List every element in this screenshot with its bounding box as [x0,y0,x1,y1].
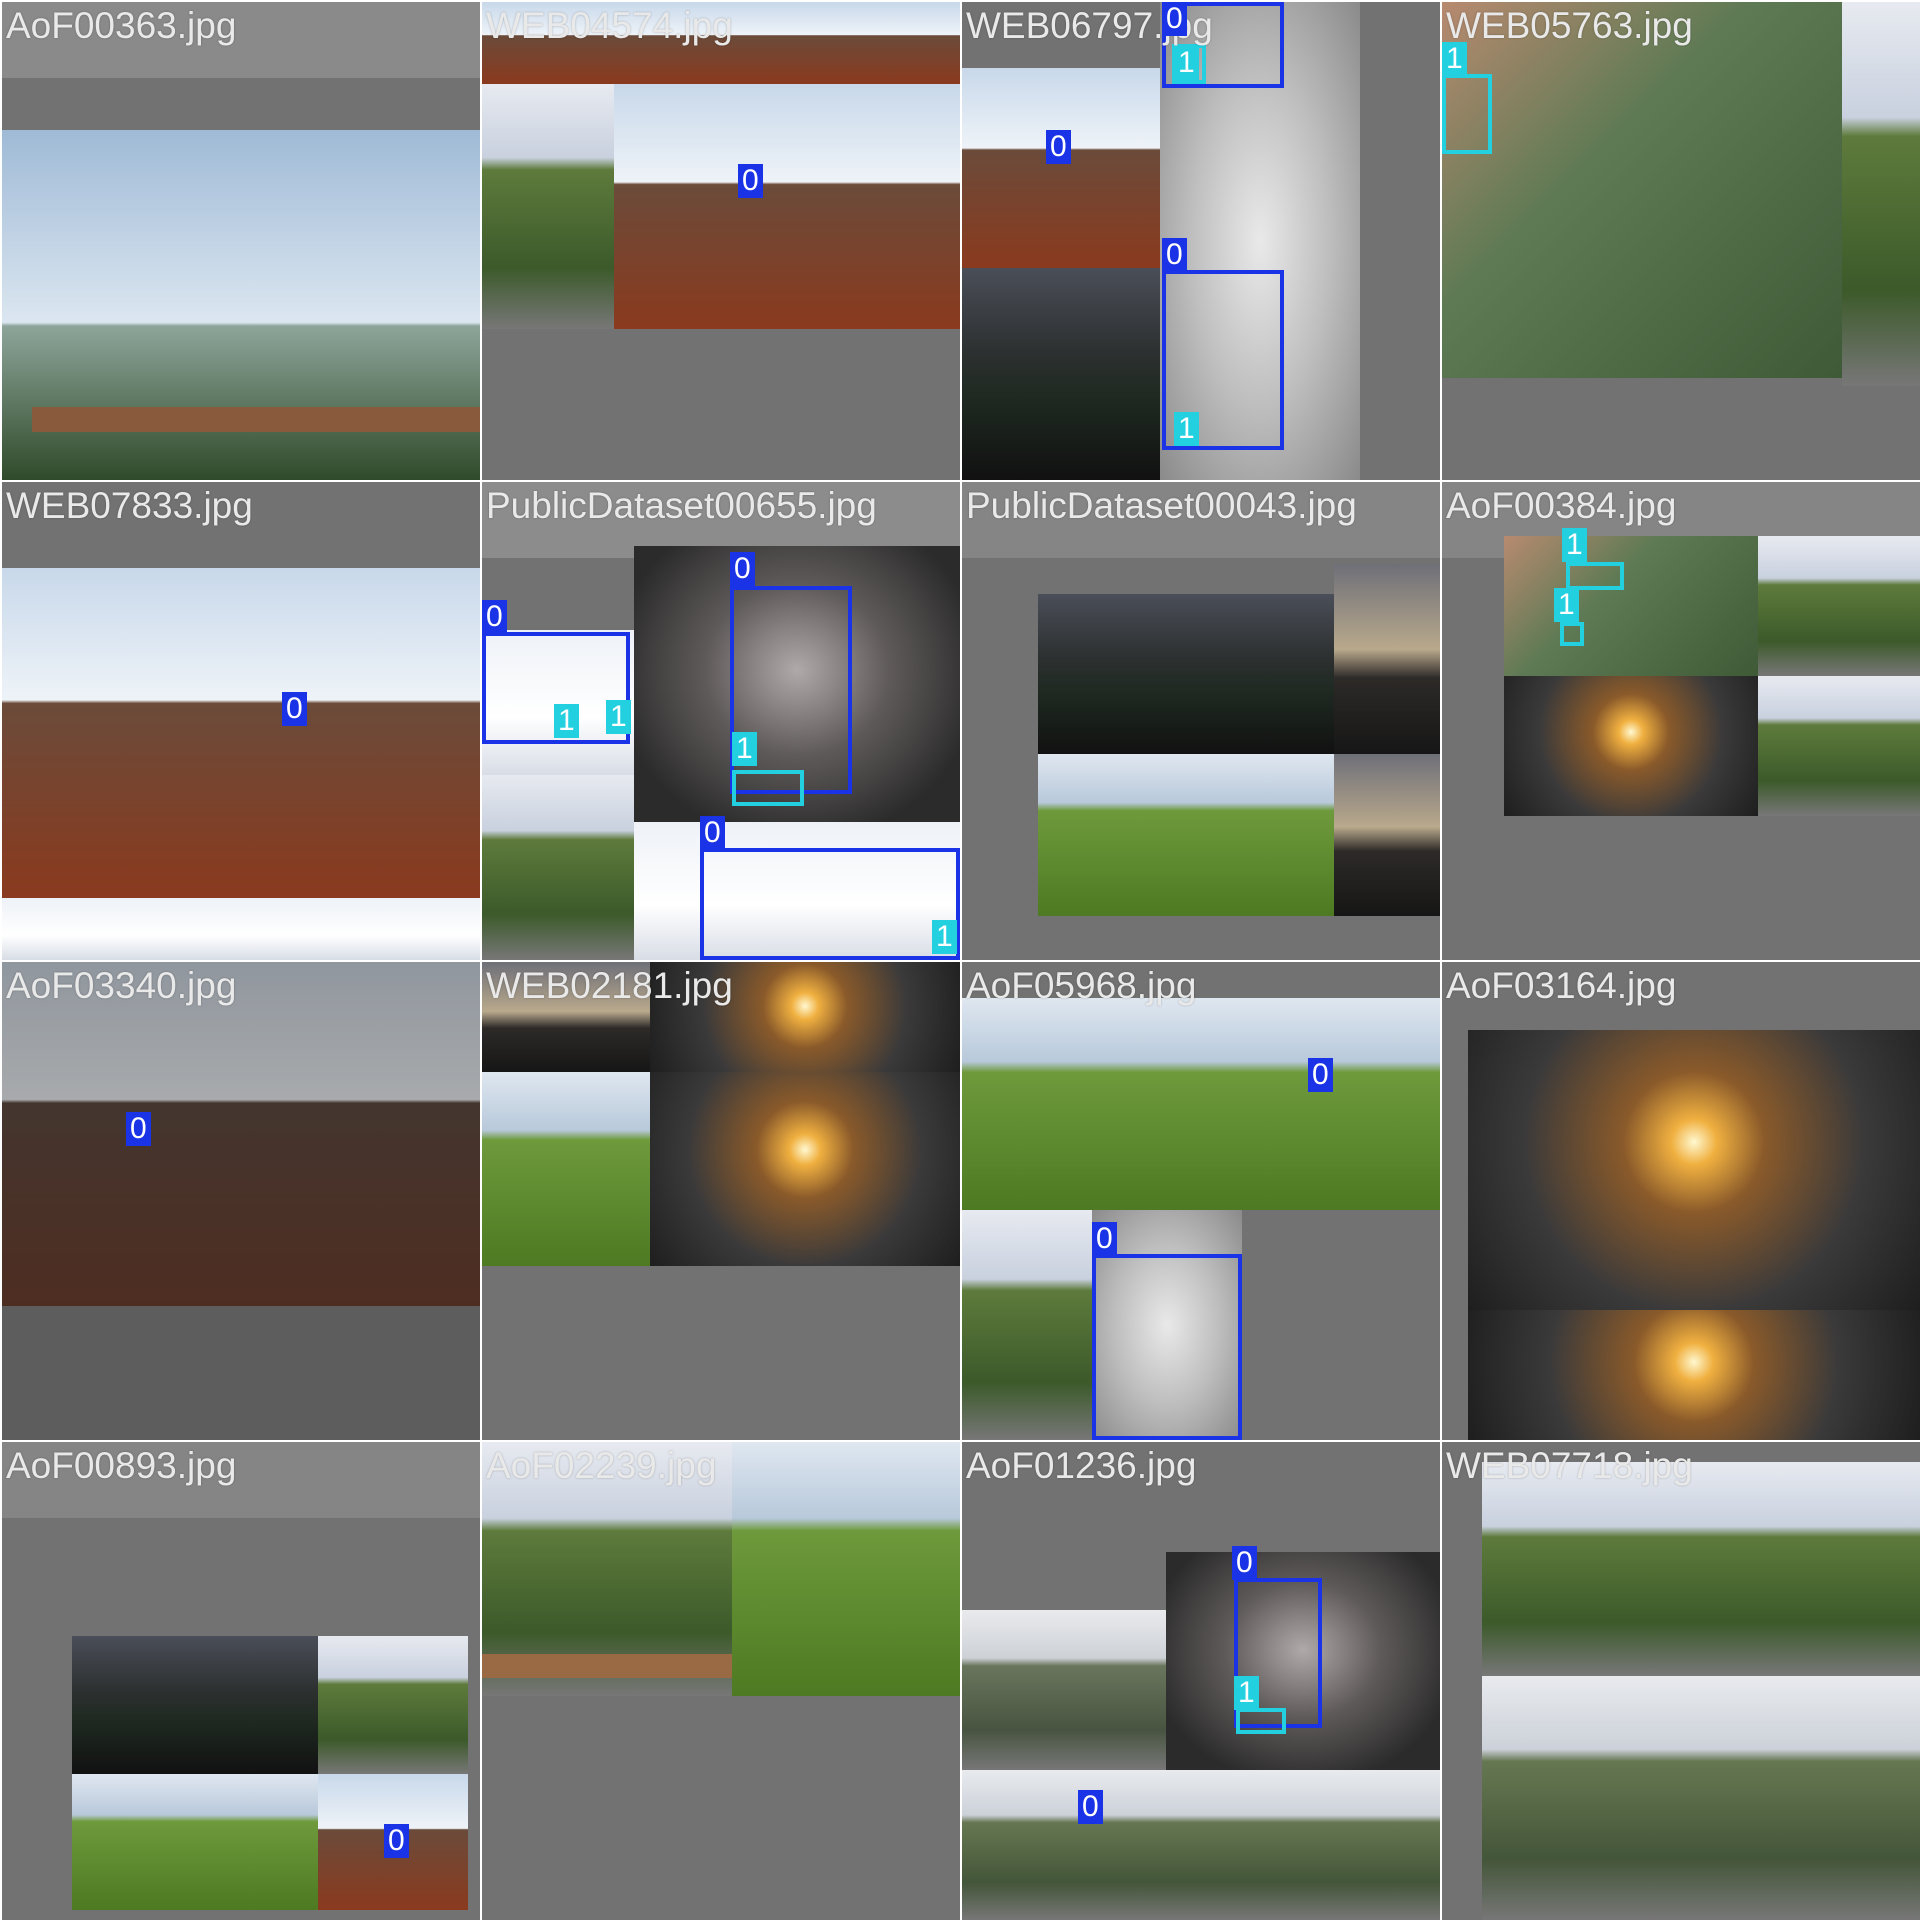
scene-image [1758,676,1920,816]
tile-1[interactable]: AoF00363.jpg [2,2,480,480]
image-filename: AoF02239.jpg [486,1445,717,1486]
scene-image [1038,594,1334,754]
scene-image [962,1770,1166,1920]
scene-image [962,1610,1166,1770]
tile-2[interactable]: 0 WEB04574.jpg [482,2,960,480]
detection-label-smoke: 0 [1232,1546,1257,1580]
image-filename: WEB07718.jpg [1446,1445,1693,1486]
tile-4[interactable]: 1 WEB05763.jpg [1442,2,1920,480]
detection-label-fire: 1 [1174,46,1199,80]
tile-3[interactable]: 0 1 0 1 0 WEB06797.jpg [962,2,1440,480]
scene-image [1442,2,1842,378]
scene-image [2,568,480,898]
detection-box-fire [1560,622,1584,646]
detection-label-fire: 1 [606,700,631,734]
scene-image [1468,1310,1920,1440]
detection-box-smoke [1092,1254,1242,1440]
detection-box-fire [1442,74,1492,154]
detection-label-fire: 1 [1554,588,1579,622]
tile-padding [2,1306,480,1440]
scene-image [1468,1030,1920,1310]
image-filename: AoF05968.jpg [966,965,1197,1006]
detection-label-smoke: 0 [482,600,507,634]
scene-image [1166,1770,1440,1920]
detection-label-fire: 1 [1234,1676,1259,1710]
tile-16[interactable]: WEB07718.jpg [1442,1442,1920,1920]
detection-label-smoke: 0 [282,692,307,726]
scene-image [962,1210,1092,1440]
scene-image [1758,536,1920,676]
scene-image [72,1774,318,1910]
scene-image [962,268,1160,480]
scene-image [482,775,634,960]
image-filename: PublicDataset00043.jpg [966,485,1357,526]
scene-image [962,68,1160,268]
detection-label-smoke: 0 [1092,1222,1117,1256]
detection-label-fire: 1 [1562,528,1587,562]
detection-label-smoke: 0 [1308,1058,1333,1092]
tile-15[interactable]: 0 1 0 AoF01236.jpg [962,1442,1440,1920]
detection-label-smoke: 0 [1162,2,1187,36]
scene-image [2,962,480,1306]
tile-6[interactable]: 0 1 1 0 1 0 1 PublicDataset00655.jpg [482,482,960,960]
tile-5[interactable]: 0 WEB07833.jpg [2,482,480,960]
railing [482,1654,732,1678]
detection-label-smoke: 0 [1046,130,1071,164]
scene-image [482,84,614,329]
detection-label-smoke: 0 [738,164,763,198]
image-filename: WEB05763.jpg [1446,5,1693,46]
tile-9[interactable]: 0 AoF03340.jpg [2,962,480,1440]
detection-box-fire [1566,562,1624,590]
detection-label-fire: 1 [932,920,957,954]
scene-image [1482,1676,1920,1920]
detection-label-fire: 1 [1174,412,1199,446]
scene-image [614,84,960,329]
detection-label-smoke: 0 [700,816,725,850]
image-filename: AoF03164.jpg [1446,965,1677,1006]
tile-8[interactable]: 1 1 AoF00384.jpg [1442,482,1920,960]
tile-14[interactable]: AoF02239.jpg [482,1442,960,1920]
scene-image [1334,564,1440,754]
detection-label-smoke: 0 [1078,1790,1103,1824]
scene-image [962,998,1440,1210]
detection-label-smoke: 0 [730,552,755,586]
scene-image [1334,754,1440,916]
image-filename: PublicDataset00655.jpg [486,485,877,526]
image-filename: AoF00384.jpg [1446,485,1677,526]
scene-image [1038,754,1334,916]
scene-image [2,898,480,960]
image-filename: AoF00893.jpg [6,1445,237,1486]
scene-image [732,1442,960,1696]
image-filename: WEB04574.jpg [486,5,733,46]
image-filename: WEB02181.jpg [486,965,733,1006]
detection-label-fire: 1 [554,704,579,738]
image-filename: AoF03340.jpg [6,965,237,1006]
scene-image [1504,536,1758,676]
detection-box-fire [732,770,804,806]
tile-13[interactable]: 0 AoF00893.jpg [2,1442,480,1920]
detection-label-smoke: 0 [384,1824,409,1858]
image-filename: AoF01236.jpg [966,1445,1197,1486]
tile-10[interactable]: WEB02181.jpg [482,962,960,1440]
image-filename: AoF00363.jpg [6,5,237,46]
detection-box-smoke [700,848,960,960]
detection-box-fire [1236,1708,1286,1734]
mosaic-grid: AoF00363.jpg 0 WEB04574.jpg 0 1 0 1 0 WE… [0,0,1920,1920]
tile-12[interactable]: AoF03164.jpg [1442,962,1920,1440]
railing [32,407,480,432]
scene-image [482,1072,650,1266]
image-filename: WEB07833.jpg [6,485,253,526]
scene-image [650,1072,960,1266]
detection-label-fire: 1 [1442,42,1467,76]
scene-image [318,1636,468,1774]
detection-label-fire: 1 [732,732,757,766]
tile-11[interactable]: 0 0 AoF05968.jpg [962,962,1440,1440]
scene-image [72,1636,318,1774]
detection-label-smoke: 0 [1162,238,1187,272]
scene-image [1482,1462,1920,1676]
detection-label-smoke: 0 [126,1112,151,1146]
tile-7[interactable]: PublicDataset00043.jpg [962,482,1440,960]
scene-image [1842,2,1920,386]
scene-image [1504,676,1758,816]
